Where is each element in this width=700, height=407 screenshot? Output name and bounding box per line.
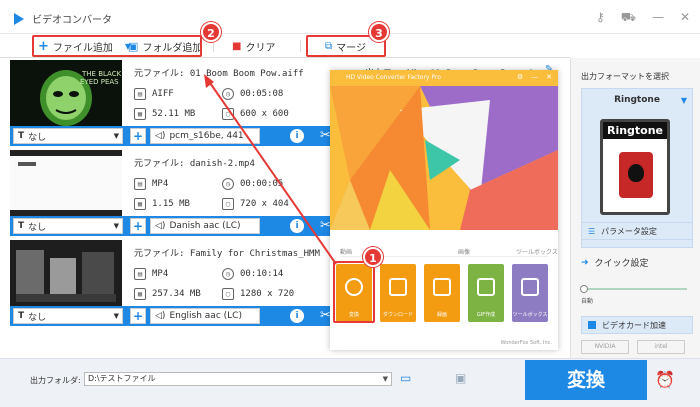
gpu-accel-label: ビデオカード加速 bbox=[602, 320, 666, 330]
output-folder-field[interactable]: D:\テストファイル ▼ bbox=[84, 372, 392, 386]
gpu-acceleration-toggle[interactable]: ビデオカード加速 bbox=[581, 316, 693, 334]
output-folder-value: D:\テストファイル bbox=[88, 374, 156, 383]
apple-logo-icon bbox=[628, 164, 644, 182]
ringtone-card-label: Ringtone bbox=[603, 122, 667, 139]
chevron-down-icon[interactable]: ▼ bbox=[681, 96, 687, 105]
quality-slider-track[interactable] bbox=[580, 285, 687, 293]
quick-settings: ➜ クイック設定 bbox=[581, 256, 649, 270]
right-panel: 出力フォーマットを選択 Ringtone ▼ Ringtone ☰ パラメータ設定… bbox=[570, 58, 700, 358]
quick-settings-label: クイック設定 bbox=[594, 259, 649, 269]
parameter-settings-button[interactable]: ☰ パラメータ設定 bbox=[581, 222, 693, 240]
checkbox-icon[interactable] bbox=[588, 321, 596, 329]
param-settings-label: パラメータ設定 bbox=[601, 226, 657, 236]
browse-folder-icon[interactable]: ▣ bbox=[455, 371, 466, 385]
output-format-heading: 出力フォーマットを選択 bbox=[581, 72, 669, 81]
arrow-right-icon: ➜ bbox=[581, 257, 589, 268]
convert-button[interactable]: 変換 bbox=[525, 360, 647, 400]
sliders-icon: ☰ bbox=[588, 226, 596, 236]
intel-badge: intel bbox=[637, 340, 685, 354]
output-folder-label: 出力フォルダ: bbox=[30, 376, 81, 385]
quality-slider-handle[interactable] bbox=[580, 285, 588, 293]
format-name: Ringtone bbox=[614, 95, 660, 105]
phone-ring-icon bbox=[619, 152, 653, 198]
alarm-clock-icon[interactable]: ⏰ bbox=[655, 370, 675, 389]
nvidia-badge: NVIDIA bbox=[581, 340, 629, 354]
open-folder-icon[interactable]: ▭ bbox=[400, 371, 411, 385]
chevron-down-icon[interactable]: ▼ bbox=[383, 373, 388, 385]
ringtone-card: Ringtone bbox=[600, 119, 670, 215]
auto-label: 自動 bbox=[581, 298, 594, 305]
